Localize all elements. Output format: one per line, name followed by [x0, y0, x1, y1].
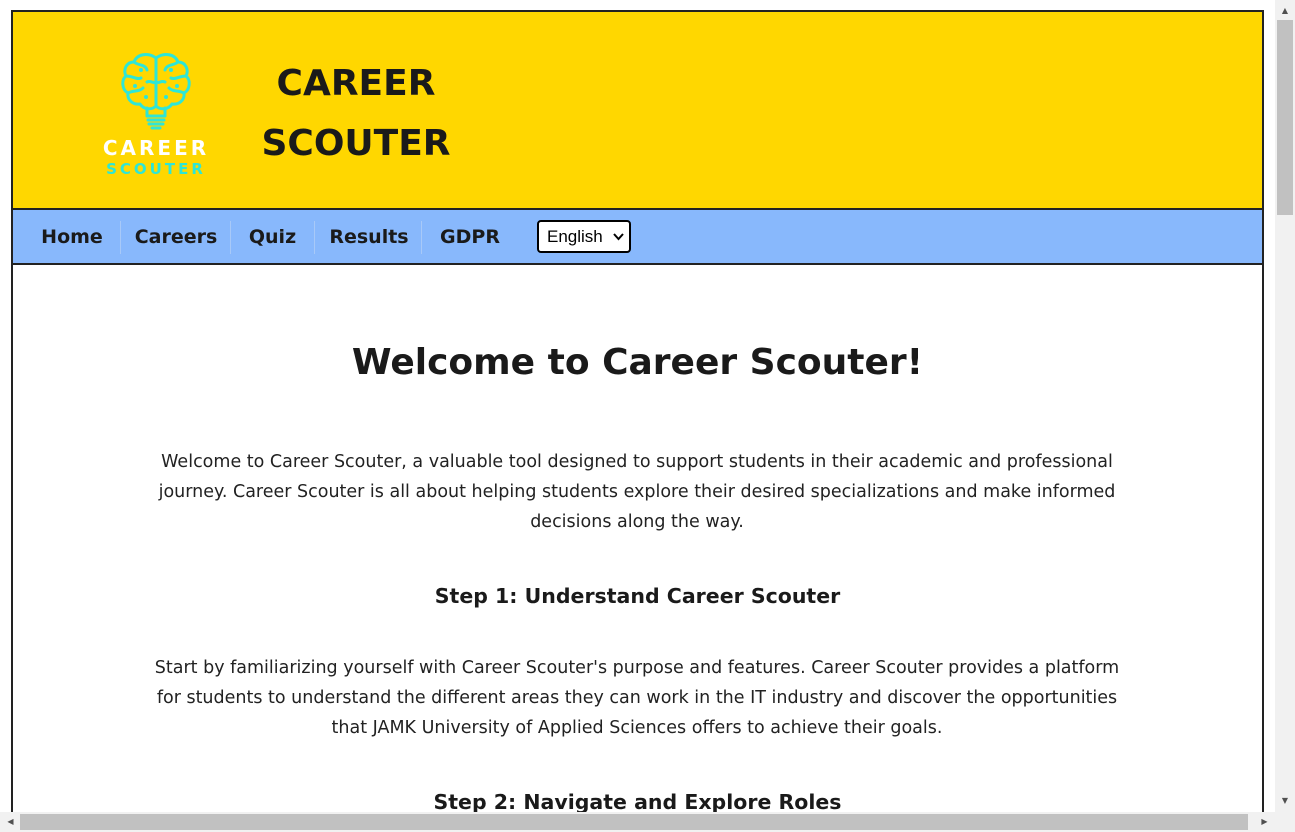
nav-divider	[230, 221, 231, 254]
main-navbar: Home Careers Quiz Results GDPR English	[13, 210, 1262, 265]
language-select-value: English	[547, 227, 603, 246]
vertical-scroll-thumb[interactable]	[1277, 20, 1293, 215]
intro-paragraph: Welcome to Career Scouter, a valuable to…	[158, 452, 1116, 532]
step1-heading: Step 1: Understand Career Scouter	[434, 584, 841, 608]
scrollbar-corner	[1275, 812, 1295, 832]
site-title-line2: SCOUTER	[261, 123, 451, 164]
horizontal-scroll-thumb[interactable]	[20, 814, 1248, 830]
step1-paragraph: Start by familiarizing yourself with Car…	[154, 658, 1120, 738]
nav-results[interactable]: Results	[322, 210, 416, 263]
site-logo[interactable]: CAREER SCOUTER	[101, 50, 211, 180]
step2-heading: Step 2: Navigate and Explore Roles	[433, 790, 842, 812]
horizontal-scrollbar[interactable]: ◀ ▶	[0, 812, 1275, 832]
nav-careers[interactable]: Careers	[128, 210, 224, 263]
browser-viewport: CAREER SCOUTER CAREER SCOUTER Home Caree…	[0, 0, 1275, 812]
brain-lightbulb-icon	[121, 53, 191, 130]
nav-divider	[421, 221, 422, 254]
page-title: Welcome to Career Scouter!	[351, 342, 924, 383]
nav-divider	[120, 221, 121, 254]
nav-quiz[interactable]: Quiz	[238, 210, 307, 263]
logo-text-career: CAREER	[102, 136, 210, 160]
scroll-right-icon[interactable]: ▶	[1256, 812, 1273, 832]
page-frame: CAREER SCOUTER CAREER SCOUTER Home Caree…	[11, 10, 1264, 812]
site-title-line1: CAREER	[276, 63, 436, 104]
nav-divider	[314, 221, 315, 254]
chevron-down-icon	[613, 222, 624, 251]
logo-text-scouter: SCOUTER	[106, 160, 206, 178]
nav-home[interactable]: Home	[31, 210, 113, 263]
scroll-up-icon[interactable]: ▲	[1275, 2, 1295, 19]
scroll-left-icon[interactable]: ◀	[2, 812, 19, 832]
language-select[interactable]: English	[537, 220, 631, 253]
site-title: CAREER SCOUTER	[261, 54, 451, 174]
nav-gdpr[interactable]: GDPR	[429, 210, 511, 263]
vertical-scrollbar[interactable]: ▲ ▼	[1275, 0, 1295, 812]
site-header: CAREER SCOUTER CAREER SCOUTER	[13, 12, 1262, 210]
scroll-down-icon[interactable]: ▼	[1275, 792, 1295, 809]
